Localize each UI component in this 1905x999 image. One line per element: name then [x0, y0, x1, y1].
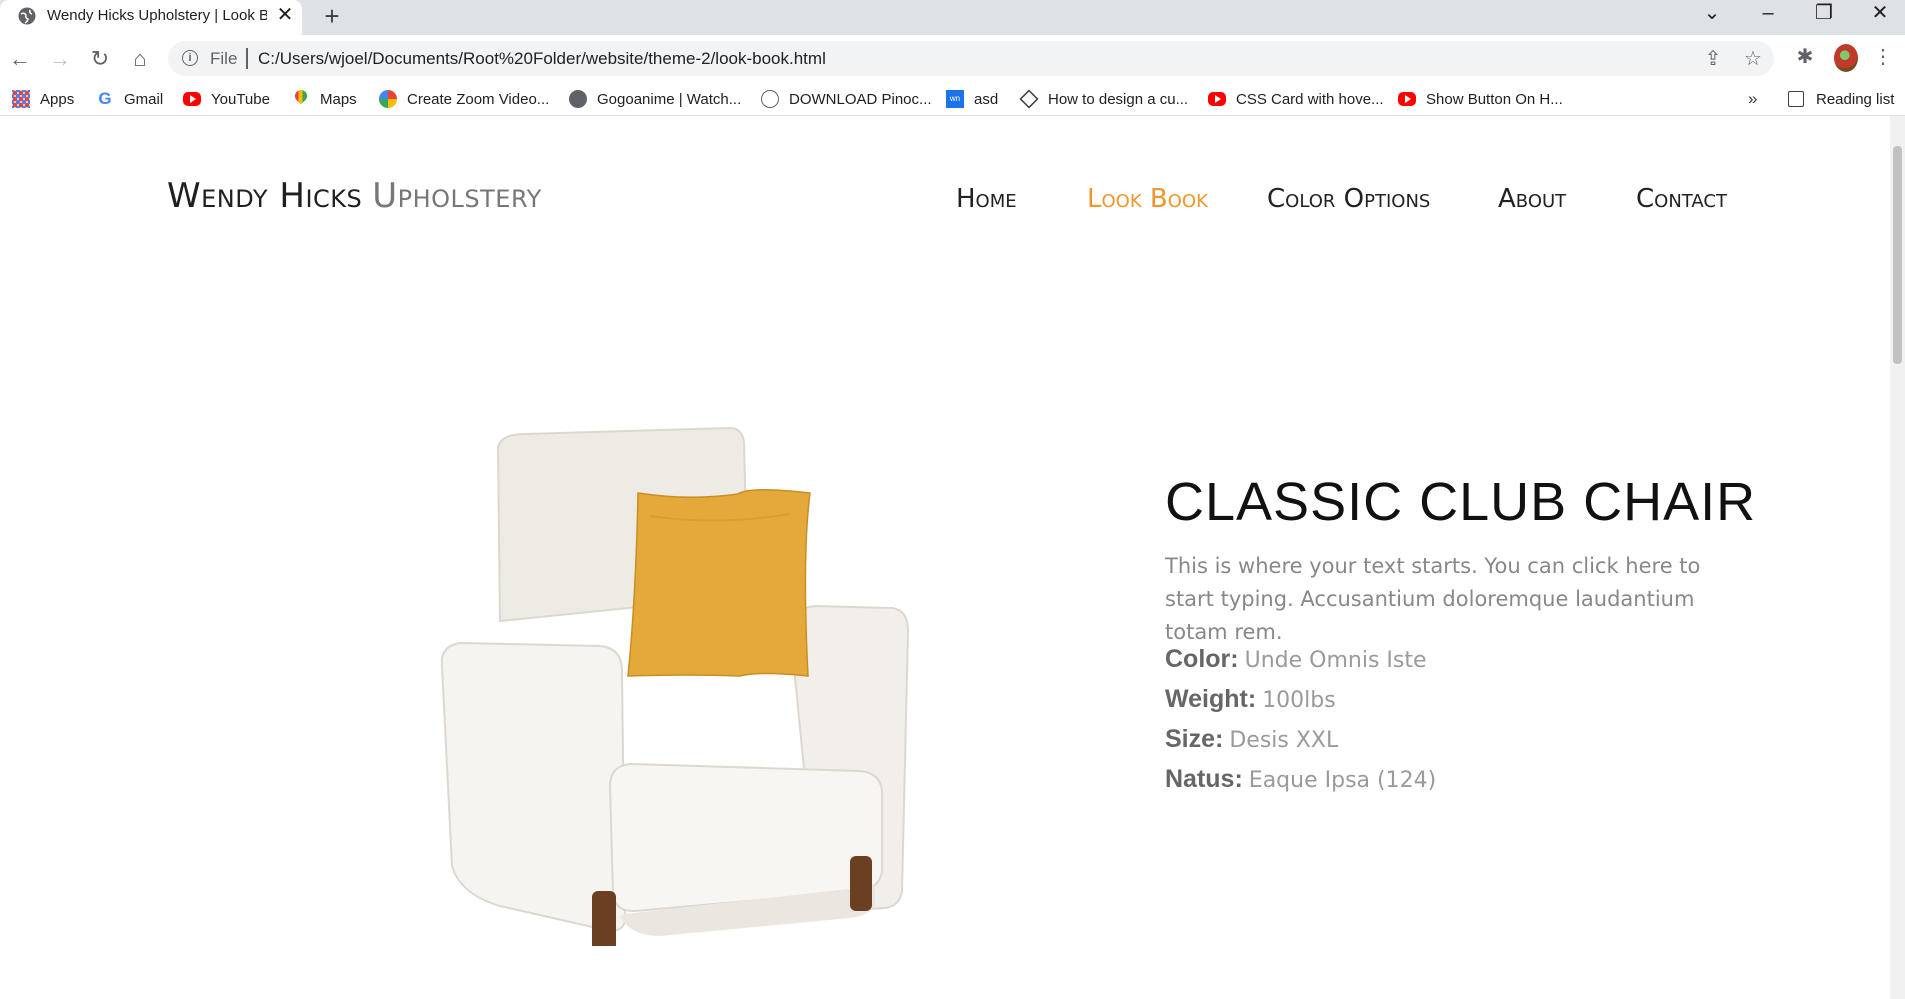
brand-secondary: Upholstery: [372, 176, 542, 216]
bookmark-star-icon[interactable]: ☆: [1739, 45, 1767, 73]
camera-icon: [761, 90, 779, 108]
more-menu-icon[interactable]: ⋮: [1868, 42, 1898, 72]
spec-value: Unde Omnis Iste: [1244, 648, 1427, 673]
globe-favicon-icon: [18, 7, 36, 25]
spec-weight: Weight: 100lbs: [1165, 682, 1336, 718]
reading-list-button[interactable]: Reading list: [1788, 87, 1894, 111]
bookmark-label: asd: [974, 90, 999, 108]
browser-tab[interactable]: Wendy Hicks Upholstery | Look Book ✕: [0, 0, 302, 35]
spec-label: Color:: [1165, 645, 1239, 673]
nav-color-options[interactable]: Color Options: [1267, 182, 1430, 216]
bookmark-show-button[interactable]: Show Button On H...: [1398, 87, 1563, 111]
profile-avatar[interactable]: [1834, 44, 1858, 72]
url-scheme-label: File: [210, 49, 238, 68]
wn-icon: wn: [946, 90, 964, 108]
bookmark-label: Create Zoom Video...: [407, 90, 550, 108]
reading-list-icon: [1788, 91, 1804, 107]
spec-natus: Natus: Eaque Ipsa (124): [1165, 762, 1436, 798]
nav-about[interactable]: About: [1498, 182, 1566, 216]
bookmark-label: Maps: [320, 90, 357, 108]
spec-label: Size:: [1165, 725, 1224, 753]
url-separator: [246, 48, 248, 69]
scrollbar-thumb[interactable]: [1893, 146, 1902, 364]
spec-color: Color: Unde Omnis Iste: [1165, 642, 1427, 678]
spec-size: Size: Desis XXL: [1165, 722, 1338, 758]
apps-grid-icon: [12, 90, 30, 108]
brand-primary: Wendy Hicks: [167, 176, 363, 216]
back-arrow-icon[interactable]: ←: [4, 43, 36, 75]
bookmark-label: Gmail: [124, 90, 164, 108]
bookmarks-overflow-icon[interactable]: »: [1748, 87, 1757, 111]
url-text[interactable]: C:/Users/wjoel/Documents/Root%20Folder/w…: [258, 47, 826, 70]
bookmark-maps[interactable]: Maps: [292, 87, 357, 111]
browser-toolbar: ← → ↻ ⌂ i File C:/Users/wjoel/Documents/…: [0, 35, 1905, 83]
address-bar[interactable]: i File C:/Users/wjoel/Documents/Root%20F…: [168, 41, 1774, 76]
product-image: [440, 426, 910, 946]
share-icon[interactable]: ⇪: [1699, 45, 1727, 73]
chrome-icon: [379, 90, 397, 108]
bookmark-label: Apps: [40, 90, 75, 108]
reading-list-label: Reading list: [1816, 90, 1895, 108]
bookmark-gmail[interactable]: G Gmail: [96, 87, 163, 111]
spec-label: Weight:: [1165, 685, 1257, 713]
tab-search-chevron-icon[interactable]: ⌄: [1684, 0, 1740, 28]
product-title: CLASSIC CLUB CHAIR: [1165, 472, 1757, 532]
bookmark-label: Show Button On H...: [1426, 90, 1563, 108]
reload-icon[interactable]: ↻: [84, 43, 116, 75]
spec-value: Eaque Ipsa (124): [1248, 768, 1437, 793]
site-info-icon[interactable]: i: [182, 50, 198, 66]
forward-arrow-icon[interactable]: →: [44, 43, 76, 75]
globe-icon: [569, 90, 587, 108]
bookmark-label: YouTube: [211, 90, 270, 108]
maps-pin-icon: [292, 90, 310, 108]
minimize-icon[interactable]: –: [1740, 0, 1796, 28]
bookmark-apps[interactable]: Apps: [12, 87, 74, 111]
bookmark-label: CSS Card with hove...: [1236, 90, 1384, 108]
nav-look-book[interactable]: Look Book: [1087, 182, 1208, 216]
youtube-icon: [183, 92, 201, 106]
nav-home[interactable]: Home: [956, 182, 1017, 216]
bookmark-asd[interactable]: wn asd: [946, 87, 998, 111]
nav-contact[interactable]: Contact: [1636, 182, 1727, 216]
extensions-puzzle-icon[interactable]: ✱: [1790, 42, 1820, 72]
window-close-icon[interactable]: ✕: [1852, 0, 1905, 28]
restore-icon[interactable]: ❐: [1796, 0, 1852, 28]
bookmark-zoom[interactable]: Create Zoom Video...: [379, 87, 549, 111]
spec-value: 100lbs: [1262, 688, 1336, 713]
bookmark-gogoanime[interactable]: Gogoanime | Watch...: [569, 87, 741, 111]
bookmark-css-card[interactable]: CSS Card with hove...: [1208, 87, 1384, 111]
product-description: This is where your text starts. You can …: [1165, 554, 1701, 644]
spec-label: Natus:: [1165, 765, 1243, 793]
site-logo[interactable]: Wendy Hicks Upholstery: [167, 176, 542, 216]
new-tab-button[interactable]: +: [317, 1, 347, 31]
bookmark-design[interactable]: How to design a cu...: [1019, 87, 1189, 111]
youtube-icon: [1208, 92, 1226, 106]
tab-strip: Wendy Hicks Upholstery | Look Book ✕ + ⌄…: [0, 0, 1905, 35]
bookmark-label: DOWNLOAD Pinoc...: [789, 90, 932, 108]
page-scrollbar[interactable]: [1890, 116, 1905, 999]
google-icon: G: [98, 89, 112, 108]
youtube-icon: [1398, 92, 1416, 106]
bookmarks-bar: Apps G Gmail YouTube Maps Create Zoom Vi…: [0, 83, 1905, 116]
home-icon[interactable]: ⌂: [124, 43, 156, 75]
page-viewport: Wendy Hicks Upholstery Home Look Book Col…: [0, 116, 1890, 999]
bookmark-label: How to design a cu...: [1048, 90, 1189, 108]
spec-value: Desis XXL: [1229, 728, 1339, 753]
bookmark-label: Gogoanime | Watch...: [597, 90, 742, 108]
tab-title: Wendy Hicks Upholstery | Look Book: [47, 7, 267, 24]
diamond-icon: [1019, 89, 1039, 109]
bookmark-youtube[interactable]: YouTube: [183, 87, 270, 111]
bookmark-download[interactable]: DOWNLOAD Pinoc...: [761, 87, 932, 111]
tab-close-icon[interactable]: ✕: [274, 4, 296, 26]
